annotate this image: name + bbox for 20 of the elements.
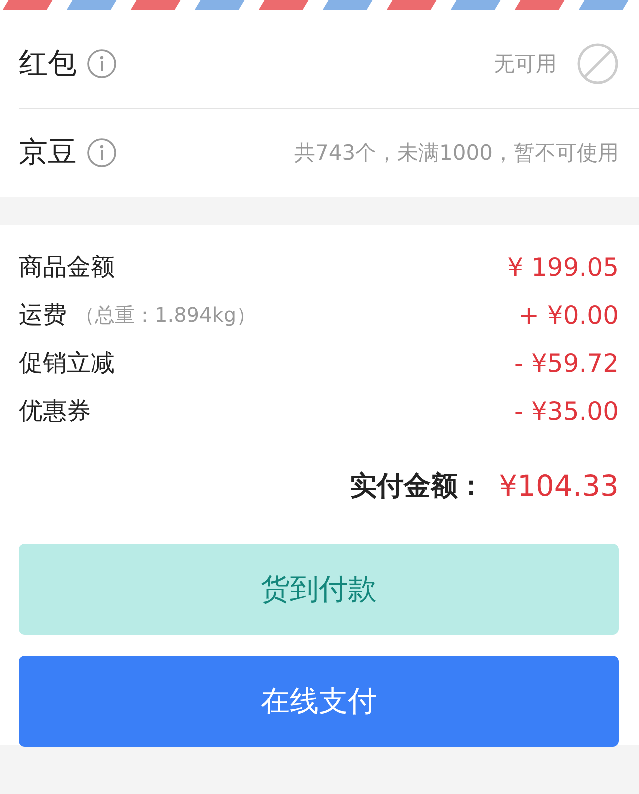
summary-amount: ¥ 199.05 — [508, 252, 619, 282]
info-icon[interactable] — [87, 49, 117, 79]
status-text: 共743个，未满1000，暂不可使用 — [294, 140, 619, 167]
summary-amount: + ¥0.00 — [518, 300, 619, 330]
info-icon[interactable] — [87, 138, 117, 168]
summary-label: 运费 — [19, 300, 67, 331]
prohibited-icon — [577, 43, 619, 85]
summary-label: 优惠券 — [19, 396, 91, 427]
summary-label: 促销立减 — [19, 348, 115, 379]
summary-label: 商品金额 — [19, 252, 115, 283]
total-label: 实付金额： — [350, 470, 486, 504]
row-label: 京豆 — [19, 134, 77, 171]
status-text: 无可用 — [494, 51, 557, 78]
total-amount: ¥104.33 — [499, 469, 619, 503]
summary-amount: - ¥59.72 — [514, 348, 619, 378]
row-label: 红包 — [19, 45, 77, 82]
pay-online-button[interactable]: 在线支付 — [19, 656, 619, 747]
summary-amount: - ¥35.00 — [514, 396, 619, 426]
weight-note: （总重：1.894kg） — [75, 302, 257, 328]
cash-on-delivery-button[interactable]: 货到付款 — [19, 544, 619, 635]
